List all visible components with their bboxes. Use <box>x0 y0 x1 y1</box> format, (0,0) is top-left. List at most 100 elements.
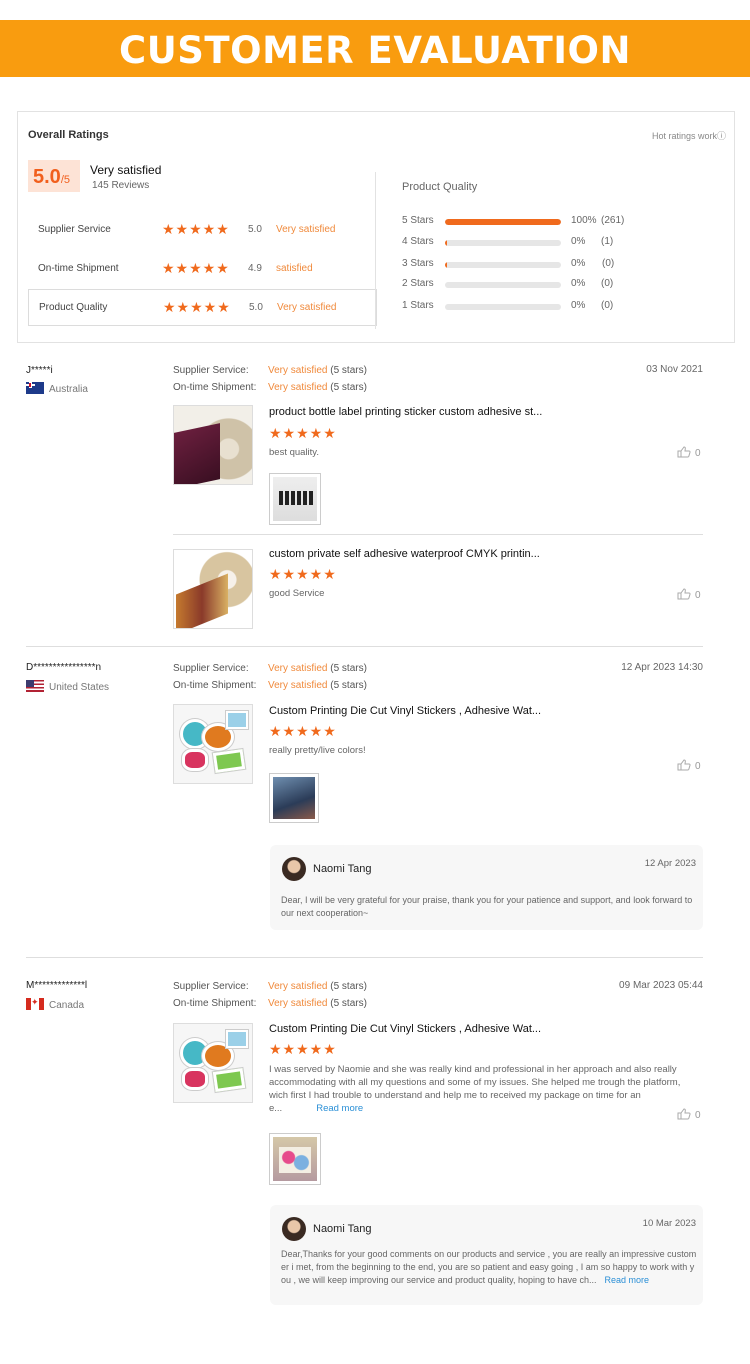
rating-label: On-time Shipment <box>38 263 119 274</box>
bar-percent: 100% <box>571 215 597 226</box>
rating-text: Very satisfied <box>268 382 328 393</box>
like-count: 0 <box>695 448 701 459</box>
page-title: CUSTOMER EVALUATION <box>119 29 631 72</box>
hot-ratings-link[interactable]: Hot ratings workⓘ <box>652 129 726 142</box>
ontime-shipment-label: On-time Shipment: <box>173 382 257 393</box>
review-photo <box>273 477 317 521</box>
star-bar-3: 3 Stars 0% (0) <box>402 258 642 272</box>
rating-row-product-quality[interactable]: Product Quality ★★★★★ 5.0 Very satisfied <box>28 289 377 326</box>
bar-count: (0) <box>601 278 614 289</box>
label-roll-graphic <box>176 573 228 628</box>
ontime-shipment-rating: Very satisfied (5 stars) <box>268 998 367 1009</box>
rating-stars-count: (5 stars) <box>327 981 367 992</box>
rating-row-supplier-service: Supplier Service ★★★★★ 5.0 Very satisfie… <box>28 212 377 249</box>
supplier-service-rating: Very satisfied (5 stars) <box>268 365 367 376</box>
overall-satisfaction: Very satisfied <box>90 163 162 177</box>
read-more-link[interactable]: Read more <box>605 1275 650 1285</box>
overall-ratings-label: Overall Ratings <box>28 129 109 141</box>
review-photo <box>273 777 315 819</box>
review-date: 03 Nov 2021 <box>646 364 703 375</box>
review-photo <box>273 1137 317 1181</box>
bar-track <box>445 282 561 288</box>
review-comment: really pretty/live colors! <box>269 745 366 756</box>
product-title-link[interactable]: product bottle label printing sticker cu… <box>269 406 542 418</box>
ontime-shipment-label: On-time Shipment: <box>173 998 257 1009</box>
review-comment: best quality. <box>269 447 319 458</box>
rating-stars-count: (5 stars) <box>327 680 367 691</box>
rating-value: 4.9 <box>248 263 262 274</box>
reviewer-name: D****************n <box>26 662 102 673</box>
quality-breakdown-title: Product Quality <box>402 181 478 193</box>
supplier-service-label: Supplier Service: <box>173 365 249 376</box>
country-name: Canada <box>49 1000 85 1011</box>
product-image[interactable] <box>173 549 253 629</box>
australia-flag-icon <box>26 382 44 394</box>
help-icon: ⓘ <box>716 131 726 141</box>
star-bar-2: 2 Stars 0% (0) <box>402 278 642 292</box>
rating-text: Very satisfied <box>268 981 328 992</box>
review-photo-thumbnail[interactable] <box>269 473 321 525</box>
reviewer-name: M*************l <box>26 980 88 991</box>
reply-date: 10 Mar 2023 <box>642 1218 696 1229</box>
product-title-link[interactable]: Custom Printing Die Cut Vinyl Stickers ,… <box>269 1023 541 1035</box>
bar-label: 3 Stars <box>402 258 434 269</box>
product-title-link[interactable]: custom private self adhesive waterproof … <box>269 548 540 560</box>
review-date: 12 Apr 2023 14:30 <box>621 662 703 673</box>
read-more-link[interactable]: Read more <box>316 1103 363 1114</box>
country-name: United States <box>49 682 110 693</box>
product-image[interactable] <box>173 704 253 784</box>
reviewer-country: Australia <box>26 382 88 395</box>
review-comment: I was served by Naomie and she was reall… <box>269 1063 683 1115</box>
bar-label: 1 Stars <box>402 300 434 311</box>
product-star-rating: ★★★★★ <box>269 1041 337 1057</box>
bar-track <box>445 262 561 268</box>
like-button[interactable]: 0 <box>677 588 701 604</box>
bar-label: 2 Stars <box>402 278 434 289</box>
bar-count: (0) <box>602 258 615 269</box>
star-bar-5: 5 Stars 100% (261) <box>402 215 642 229</box>
bar-track <box>445 240 561 246</box>
like-button[interactable]: 0 <box>677 1108 701 1124</box>
reply-text: Dear, I will be very grateful for your p… <box>281 895 693 918</box>
like-button[interactable]: 0 <box>677 446 701 462</box>
supplier-service-rating: Very satisfied (5 stars) <box>268 981 367 992</box>
reply-date: 12 Apr 2023 <box>644 858 696 869</box>
star-rating: ★★★★★ <box>162 260 230 276</box>
ontime-shipment-rating: Very satisfied (5 stars) <box>268 680 367 691</box>
bar-percent: 0% <box>571 236 586 247</box>
review-photo-thumbnail[interactable] <box>269 773 319 823</box>
product-divider <box>173 534 703 535</box>
thumbs-up-icon <box>677 446 691 458</box>
reviewer-country: Canada <box>26 998 85 1011</box>
thumbs-up-icon <box>677 759 691 771</box>
product-star-rating: ★★★★★ <box>269 723 337 739</box>
star-bar-4: 4 Stars 0% (1) <box>402 236 642 250</box>
hot-ratings-label: Hot ratings work <box>651 131 717 141</box>
product-star-rating: ★★★★★ <box>269 425 337 441</box>
product-image[interactable] <box>173 1023 253 1103</box>
score-value: 5.0 <box>33 166 61 188</box>
product-title-link[interactable]: Custom Printing Die Cut Vinyl Stickers ,… <box>269 705 541 717</box>
thumbs-up-icon <box>677 1108 691 1120</box>
sticker-graphic <box>182 749 208 771</box>
bar-count: (0) <box>601 300 614 311</box>
sticker-graphic <box>226 1030 248 1048</box>
like-button[interactable]: 0 <box>677 759 701 775</box>
review-comment: good Service <box>269 588 325 599</box>
rating-label: Supplier Service <box>38 224 111 235</box>
star-rating: ★★★★★ <box>163 299 231 315</box>
rating-text: Very satisfied <box>268 998 328 1009</box>
bar-count: (261) <box>601 215 625 226</box>
ontime-shipment-label: On-time Shipment: <box>173 680 257 691</box>
rating-stars-count: (5 stars) <box>327 365 367 376</box>
rating-text: Very satisfied <box>277 302 337 313</box>
rating-stars-count: (5 stars) <box>327 382 367 393</box>
like-count: 0 <box>695 1110 701 1121</box>
product-image[interactable] <box>173 405 253 485</box>
avatar <box>282 857 306 881</box>
review-photo-thumbnail[interactable] <box>269 1133 321 1185</box>
country-name: Australia <box>49 384 88 395</box>
reply-author: Naomi Tang <box>313 863 372 875</box>
rating-row-ontime-shipment: On-time Shipment ★★★★★ 4.9 satisfied <box>28 251 377 288</box>
reviewer-name: J*****i <box>26 365 53 376</box>
